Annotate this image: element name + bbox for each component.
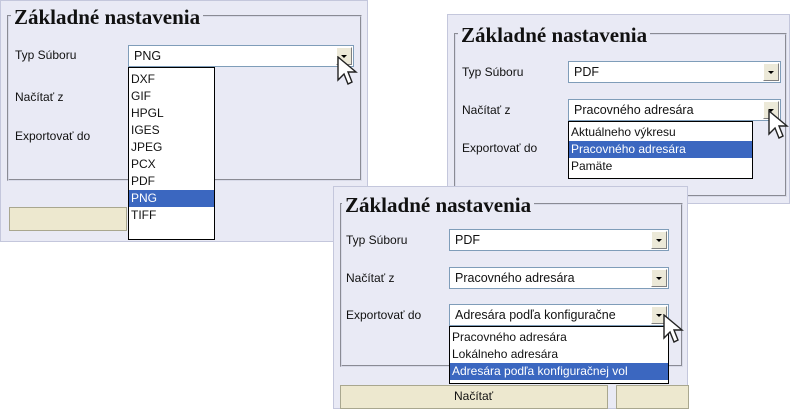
- file-type-label: Typ Súboru: [346, 233, 408, 247]
- file-type-value: PDF: [455, 233, 480, 247]
- settings-panel-2: Základné nastavenia Typ Súboru Načítať z…: [447, 14, 790, 204]
- file-type-option[interactable]: GIF: [129, 88, 214, 105]
- file-type-label: Typ Súboru: [462, 65, 524, 79]
- export-to-option-selected[interactable]: Adresára podľa konfiguračnej vol: [450, 363, 668, 380]
- settings-legend: Základné nastavenia: [11, 5, 204, 29]
- settings-legend: Základné nastavenia: [342, 193, 535, 217]
- export-to-label: Exportovať do: [346, 308, 422, 322]
- file-type-option[interactable]: IGES: [129, 122, 214, 139]
- load-from-select[interactable]: Pracovného adresára: [568, 99, 781, 121]
- file-type-label: Typ Súboru: [15, 48, 77, 62]
- load-from-label: Načítať z: [462, 103, 511, 117]
- load-from-option[interactable]: Pamäte: [569, 158, 752, 175]
- load-from-label: Načítať z: [15, 90, 64, 104]
- file-type-option[interactable]: JPEG: [129, 139, 214, 156]
- export-to-label: Exportovať do: [462, 141, 538, 155]
- mouse-pointer-icon: [337, 56, 358, 85]
- load-from-select[interactable]: Pracovného adresára: [449, 267, 669, 289]
- file-type-option[interactable]: HPGL: [129, 105, 214, 122]
- settings-panel-1: Základné nastavenia Typ Súboru Načítať z…: [0, 0, 368, 242]
- file-type-option[interactable]: PDF: [129, 173, 214, 190]
- mouse-pointer-icon: [663, 314, 684, 343]
- export-to-option[interactable]: Lokálneho adresára: [450, 346, 668, 363]
- load-button-label: Načítať: [454, 389, 494, 403]
- action-button-bar[interactable]: [9, 207, 127, 231]
- load-from-value: Pracovného adresára: [574, 103, 694, 117]
- file-type-option[interactable]: PCX: [129, 156, 214, 173]
- file-type-select[interactable]: PDF: [449, 229, 669, 251]
- load-from-value: Pracovného adresára: [455, 271, 575, 285]
- file-type-select[interactable]: PDF: [568, 61, 781, 83]
- export-to-select[interactable]: Adresára podľa konfiguračne: [449, 304, 669, 326]
- file-type-dropdown-list: DXF GIF HPGL IGES JPEG PCX PDF PNG TIFF: [128, 67, 215, 240]
- export-to-value: Adresára podľa konfiguračne: [455, 308, 616, 322]
- file-type-value: PNG: [134, 49, 162, 63]
- export-to-dropdown-list: Pracovného adresára Lokálneho adresára A…: [449, 326, 669, 384]
- export-to-label: Exportovať do: [15, 129, 91, 143]
- mouse-pointer-icon: [768, 110, 789, 139]
- load-from-option[interactable]: Aktuálneho výkresu: [569, 124, 752, 141]
- load-button[interactable]: Načítať: [340, 385, 608, 409]
- chevron-down-icon: [656, 239, 662, 242]
- settings-panel-3: Základné nastavenia Typ Súboru Načítať z…: [333, 186, 689, 409]
- load-from-option-selected[interactable]: Pracovného adresára: [569, 141, 752, 158]
- chevron-down-icon: [656, 277, 662, 280]
- file-type-option[interactable]: DXF: [129, 71, 214, 88]
- file-type-select[interactable]: PNG: [128, 45, 354, 67]
- dropdown-arrow-button[interactable]: [651, 269, 667, 287]
- load-from-dropdown-list: Aktuálneho výkresu Pracovného adresára P…: [568, 121, 753, 179]
- export-to-option[interactable]: Pracovného adresára: [450, 329, 668, 346]
- chevron-down-icon: [768, 71, 774, 74]
- load-from-label: Načítať z: [346, 271, 395, 285]
- secondary-button[interactable]: [616, 385, 689, 409]
- file-type-option-selected[interactable]: PNG: [129, 190, 214, 207]
- dropdown-arrow-button[interactable]: [763, 63, 779, 81]
- file-type-option[interactable]: TIFF: [129, 207, 214, 224]
- file-type-value: PDF: [574, 65, 599, 79]
- dropdown-arrow-button[interactable]: [651, 231, 667, 249]
- settings-legend: Základné nastavenia: [458, 23, 651, 47]
